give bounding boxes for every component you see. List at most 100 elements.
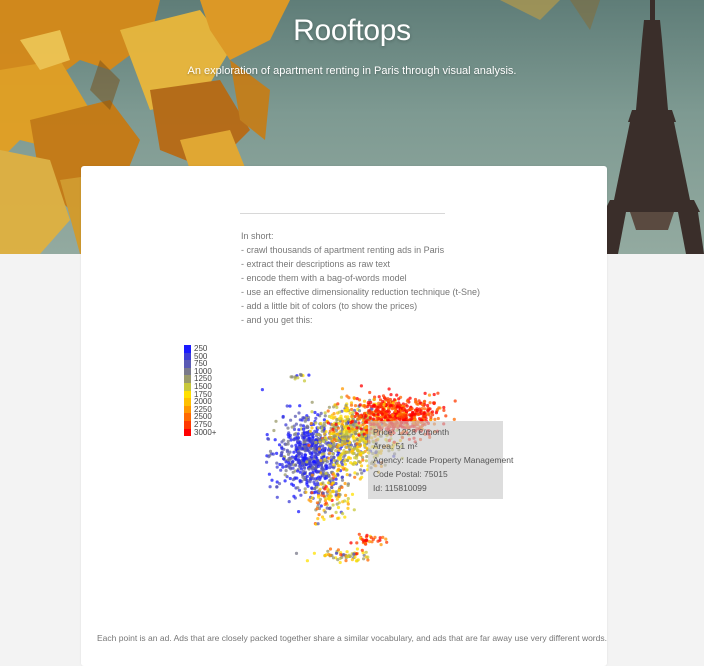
- data-point[interactable]: [290, 425, 294, 429]
- data-point[interactable]: [352, 446, 357, 451]
- data-point[interactable]: [385, 540, 389, 544]
- data-point[interactable]: [364, 426, 368, 430]
- data-point[interactable]: [332, 458, 336, 463]
- data-point[interactable]: [335, 405, 339, 409]
- data-point[interactable]: [305, 431, 309, 435]
- data-point[interactable]: [349, 445, 353, 450]
- data-point[interactable]: [290, 444, 294, 448]
- data-point[interactable]: [432, 392, 436, 397]
- data-point[interactable]: [303, 440, 307, 444]
- data-point[interactable]: [326, 409, 330, 413]
- data-point[interactable]: [314, 444, 318, 448]
- data-point[interactable]: [323, 476, 327, 481]
- data-point[interactable]: [315, 458, 319, 462]
- data-point[interactable]: [327, 405, 331, 409]
- data-point[interactable]: [280, 453, 284, 458]
- data-point[interactable]: [316, 426, 321, 430]
- data-point[interactable]: [332, 463, 336, 467]
- data-point[interactable]: [288, 476, 292, 481]
- data-point[interactable]: [294, 457, 298, 461]
- data-point[interactable]: [375, 416, 379, 420]
- data-point[interactable]: [287, 500, 291, 504]
- data-point[interactable]: [307, 467, 311, 471]
- data-point[interactable]: [345, 473, 349, 477]
- data-point[interactable]: [345, 436, 349, 440]
- data-point[interactable]: [280, 440, 284, 444]
- data-point[interactable]: [423, 391, 427, 395]
- data-point[interactable]: [365, 533, 369, 537]
- data-point[interactable]: [352, 552, 356, 556]
- data-point[interactable]: [436, 391, 440, 395]
- data-point[interactable]: [280, 463, 284, 467]
- data-point[interactable]: [370, 411, 374, 415]
- data-point[interactable]: [277, 482, 282, 486]
- data-point[interactable]: [338, 493, 342, 497]
- data-point[interactable]: [355, 442, 359, 446]
- data-point[interactable]: [378, 538, 382, 542]
- data-point[interactable]: [429, 415, 433, 419]
- data-point[interactable]: [351, 452, 355, 456]
- data-point[interactable]: [299, 493, 303, 497]
- data-point[interactable]: [336, 464, 340, 468]
- data-point[interactable]: [316, 517, 320, 521]
- data-point[interactable]: [317, 513, 321, 517]
- data-point[interactable]: [319, 475, 323, 479]
- data-point[interactable]: [394, 402, 398, 406]
- data-point[interactable]: [305, 482, 309, 486]
- data-point[interactable]: [267, 472, 271, 476]
- data-point[interactable]: [386, 397, 390, 401]
- data-point[interactable]: [330, 514, 334, 518]
- data-point[interactable]: [402, 413, 406, 417]
- data-point[interactable]: [342, 425, 346, 429]
- data-point[interactable]: [299, 465, 303, 469]
- data-point[interactable]: [323, 414, 327, 418]
- data-point[interactable]: [314, 421, 318, 425]
- data-point[interactable]: [328, 553, 332, 557]
- data-point[interactable]: [298, 404, 302, 408]
- data-point[interactable]: [322, 447, 326, 451]
- data-point[interactable]: [303, 487, 307, 491]
- data-point[interactable]: [313, 460, 317, 464]
- data-point[interactable]: [377, 395, 381, 399]
- data-point[interactable]: [353, 404, 358, 408]
- data-point[interactable]: [362, 469, 366, 473]
- data-point[interactable]: [311, 465, 315, 470]
- data-point[interactable]: [286, 426, 290, 430]
- data-point[interactable]: [442, 405, 446, 410]
- data-point[interactable]: [397, 405, 401, 409]
- data-point[interactable]: [354, 411, 358, 415]
- data-point[interactable]: [342, 451, 346, 455]
- data-point[interactable]: [326, 487, 330, 491]
- data-point[interactable]: [288, 404, 292, 408]
- data-point[interactable]: [362, 399, 367, 403]
- data-point[interactable]: [299, 373, 303, 377]
- data-point[interactable]: [289, 462, 293, 467]
- data-point[interactable]: [286, 442, 290, 446]
- data-point[interactable]: [409, 407, 413, 411]
- data-point[interactable]: [392, 398, 397, 402]
- data-point[interactable]: [339, 395, 344, 399]
- data-point[interactable]: [436, 416, 440, 421]
- data-point[interactable]: [331, 503, 335, 507]
- data-point[interactable]: [349, 541, 353, 545]
- data-point[interactable]: [318, 438, 322, 442]
- data-point[interactable]: [344, 421, 348, 425]
- data-point[interactable]: [297, 452, 301, 456]
- data-point[interactable]: [283, 479, 287, 483]
- data-point[interactable]: [305, 474, 309, 479]
- data-point[interactable]: [355, 426, 359, 430]
- data-point[interactable]: [350, 419, 354, 423]
- data-point[interactable]: [274, 419, 278, 423]
- data-point[interactable]: [275, 495, 279, 499]
- data-point[interactable]: [423, 407, 427, 411]
- data-point[interactable]: [345, 430, 349, 434]
- data-point[interactable]: [284, 469, 288, 473]
- data-point[interactable]: [293, 414, 297, 418]
- data-point[interactable]: [345, 554, 349, 558]
- data-point[interactable]: [327, 506, 332, 511]
- data-point[interactable]: [353, 456, 357, 460]
- data-point[interactable]: [309, 499, 313, 503]
- data-point[interactable]: [344, 559, 348, 563]
- data-point[interactable]: [294, 436, 298, 440]
- data-point[interactable]: [426, 403, 430, 408]
